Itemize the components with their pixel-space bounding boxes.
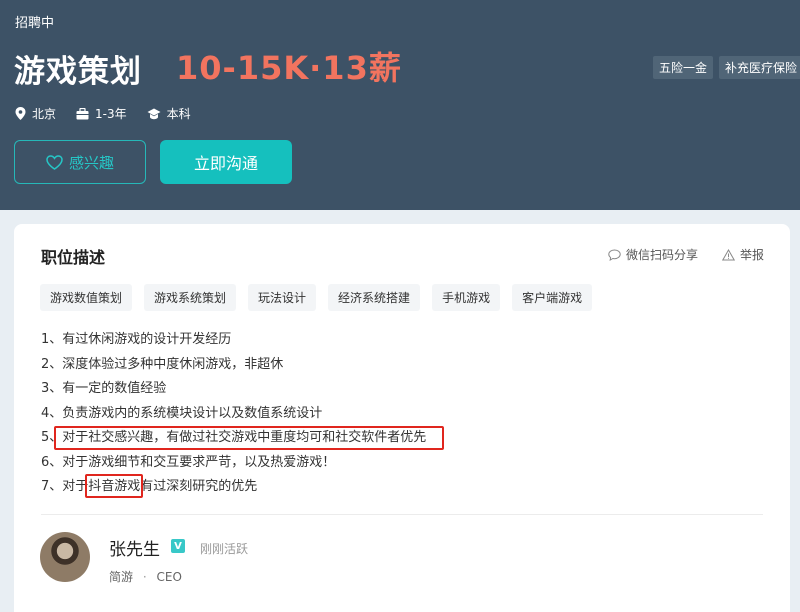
share-label: 微信扫码分享 xyxy=(625,248,698,262)
divider xyxy=(41,514,763,515)
company-name: 简游 xyxy=(109,570,134,584)
report-button[interactable]: 举报 xyxy=(721,246,764,263)
description-line: 6、对于游戏细节和交互要求严苛，以及热爱游戏！ xyxy=(41,454,336,470)
separator: · xyxy=(142,570,147,584)
recruiter-avatar[interactable] xyxy=(40,532,90,582)
wechat-share-button[interactable]: 微信扫码分享 xyxy=(608,246,698,263)
skill-tag: 玩法设计 xyxy=(248,284,317,311)
skill-tag: 游戏系统策划 xyxy=(144,284,237,311)
skill-tag: 经济系统搭建 xyxy=(328,284,421,311)
briefcase-icon xyxy=(76,107,89,119)
interest-button[interactable]: 感兴趣 xyxy=(14,140,146,184)
heart-icon xyxy=(46,154,63,170)
skill-tag: 客户端游戏 xyxy=(512,284,593,311)
benefit-tag: 补充医疗保险 xyxy=(719,56,800,79)
card-actions: 微信扫码分享 举报 xyxy=(584,246,764,263)
recruiter-company: 简游 · CEO xyxy=(109,568,182,585)
location-info: 北京 xyxy=(15,105,56,122)
skill-tag: 手机游戏 xyxy=(432,284,501,311)
description-line: 1、有过休闲游戏的设计开发经历 xyxy=(41,332,232,347)
education-label: 本科 xyxy=(166,107,191,121)
interest-button-label: 感兴趣 xyxy=(68,153,114,172)
chat-now-button[interactable]: 立即沟通 xyxy=(160,140,292,184)
experience-info: 1-3年 xyxy=(76,105,127,122)
highlight-box-social xyxy=(54,426,444,450)
job-header: 招聘中 游戏策划 10-15K·13薪 五险一金 补充医疗保险 北京 1-3年 … xyxy=(0,0,800,210)
skill-tags: 游戏数值策划 游戏系统策划 玩法设计 经济系统搭建 手机游戏 客户端游戏 xyxy=(40,284,593,311)
location-label: 北京 xyxy=(32,107,57,121)
education-info: 本科 xyxy=(147,105,191,122)
active-status: 刚刚活跃 xyxy=(200,542,249,556)
recruiter-name: 张先生 xyxy=(109,540,160,560)
section-title: 职位描述 xyxy=(41,248,106,267)
warning-icon xyxy=(721,248,735,260)
benefit-tag: 五险一金 xyxy=(653,56,714,79)
job-meta: 北京 1-3年 本科 xyxy=(15,105,211,122)
hiring-status: 招聘中 xyxy=(15,16,55,31)
report-label: 举报 xyxy=(739,248,764,262)
graduation-cap-icon xyxy=(147,108,161,119)
experience-label: 1-3年 xyxy=(95,107,127,121)
description-line: 4、负责游戏内的系统模块设计以及数值系统设计 xyxy=(41,405,323,421)
verified-badge: V xyxy=(171,539,185,553)
skill-tag: 游戏数值策划 xyxy=(40,284,133,311)
chat-bubble-icon xyxy=(608,248,621,261)
location-pin-icon xyxy=(15,107,26,120)
job-description-card: 职位描述 微信扫码分享 举报 游戏数值策划 游戏系统策划 玩法设计 经济系统搭建… xyxy=(14,224,790,612)
description-line: 2、深度体验过多种中度休闲游戏，非超休 xyxy=(41,356,284,372)
salary: 10-15K·13薪 xyxy=(176,49,402,87)
description-line: 3、有一定的数值经验 xyxy=(41,381,167,396)
recruiter-role: CEO xyxy=(156,570,182,584)
job-title: 游戏策划 xyxy=(14,54,142,90)
highlight-box-douyin xyxy=(85,474,143,498)
benefit-tags: 五险一金 补充医疗保险 xyxy=(653,56,800,79)
